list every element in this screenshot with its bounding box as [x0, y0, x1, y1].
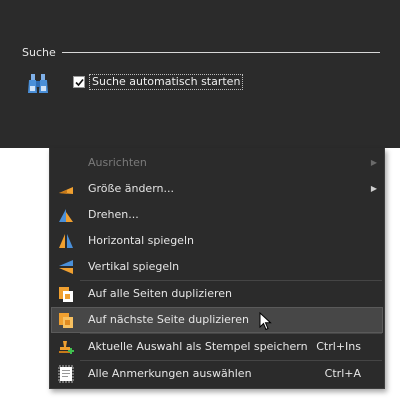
- submenu-arrow-icon: ▶: [370, 184, 377, 193]
- save-stamp-icon: [57, 338, 75, 356]
- menu-item-rotate[interactable]: Drehen...: [51, 202, 383, 228]
- menu-item-label: Auf alle Seiten duplizieren: [88, 287, 233, 300]
- menu-item-shortcut: Ctrl+Ins: [316, 340, 361, 353]
- duplicate-all-pages-icon: [57, 285, 75, 303]
- menu-item-duplicate-next-page[interactable]: Auf nächste Seite duplizieren: [51, 307, 383, 333]
- menu-item-label: Alle Anmerkungen auswählen: [88, 367, 252, 380]
- section-divider: [62, 52, 380, 53]
- checkmark-icon: [75, 78, 84, 87]
- menu-item-align: Ausrichten ▶: [51, 150, 383, 176]
- flip-horizontal-icon: [57, 232, 75, 250]
- context-menu: Ausrichten ▶ Größe ändern... ▶ Drehen...: [49, 148, 385, 389]
- menu-item-label: Horizontal spiegeln: [88, 234, 194, 247]
- flip-vertical-icon: [57, 258, 75, 276]
- menu-item-label: Vertikal spiegeln: [88, 260, 180, 273]
- menu-item-label: Ausrichten: [88, 156, 147, 169]
- menu-item-label: Aktuelle Auswahl als Stempel speichern: [88, 340, 308, 353]
- mouse-pointer-icon: [259, 311, 273, 332]
- menu-item-label: Größe ändern...: [88, 182, 174, 195]
- menu-item-label: Auf nächste Seite duplizieren: [88, 313, 249, 326]
- rotate-icon: [57, 206, 75, 224]
- menu-item-flip-vertical[interactable]: Vertikal spiegeln: [51, 254, 383, 280]
- duplicate-next-page-icon: [57, 311, 75, 329]
- auto-search-label[interactable]: Suche automatisch starten: [89, 74, 244, 90]
- section-title: Suche: [22, 46, 56, 59]
- binoculars-icon: [26, 73, 50, 95]
- preferences-panel: Suche Suche automatisch starten: [0, 0, 400, 148]
- menu-item-shortcut: Ctrl+A: [324, 367, 361, 380]
- select-all-annotations-icon: [57, 365, 75, 383]
- menu-item-label: Drehen...: [88, 208, 139, 221]
- menu-item-select-all-annotations[interactable]: Alle Anmerkungen auswählen Ctrl+A: [51, 361, 383, 387]
- auto-search-checkbox[interactable]: [73, 76, 85, 88]
- submenu-arrow-icon: ▶: [370, 158, 377, 167]
- menu-item-flip-horizontal[interactable]: Horizontal spiegeln: [51, 228, 383, 254]
- menu-item-save-as-stamp[interactable]: Aktuelle Auswahl als Stempel speichern C…: [51, 334, 383, 360]
- resize-icon: [57, 180, 75, 198]
- menu-item-duplicate-all-pages[interactable]: Auf alle Seiten duplizieren: [51, 281, 383, 307]
- menu-item-resize[interactable]: Größe ändern... ▶: [51, 176, 383, 202]
